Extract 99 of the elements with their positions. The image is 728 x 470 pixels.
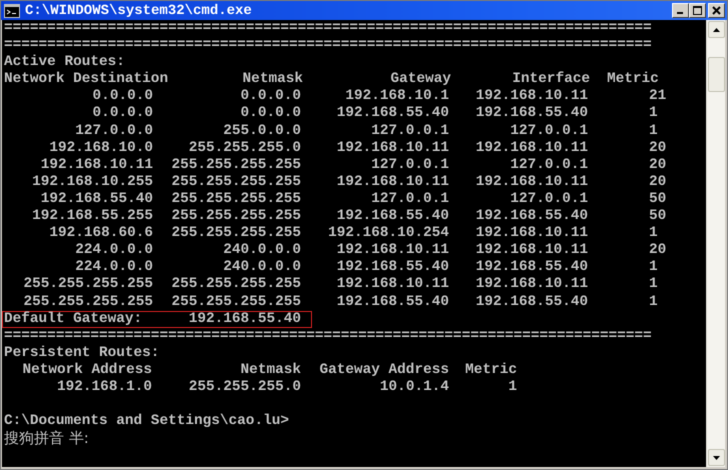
table-cell-text: 127.0.0.1 [509, 190, 588, 208]
table-cell-text: 224.0.0.0 [74, 242, 153, 260]
close-icon [712, 6, 721, 15]
table-cell-text: 192.168.55.40 [336, 208, 449, 226]
table-cell-text: 127.0.0.1 [370, 190, 449, 208]
table-cell-text: 192.168.10.11 [474, 276, 588, 294]
table-cell-text: 255.255.255.255 [22, 294, 153, 311]
gateway-value: 192.168.55.40 [188, 312, 301, 327]
table-cell-text: 192.168.10.11 [40, 156, 153, 174]
table-cell-text: 1 [648, 105, 659, 123]
table-cell-text: 192.168.10.255 [31, 174, 153, 191]
table-cell-text: 127.0.0.1 [509, 156, 588, 174]
table-cell-text: 20 [648, 140, 668, 157]
table-cell-text: 50 [648, 190, 668, 208]
column-header: Network Destination [4, 71, 170, 88]
separator-line: =========================================================================== [4, 20, 653, 38]
table-cell-text: 0.0.0.0 [92, 105, 153, 123]
table-cell-text: 0.0.0.0 [92, 88, 153, 106]
column-header: Metric [606, 71, 660, 88]
command-prompt: C:\Documents and Settings\cao.lu> [4, 413, 290, 430]
table-cell-text: 192.168.10.0 [48, 140, 153, 157]
table-cell-text: 192.168.10.11 [336, 276, 449, 294]
table-cell-text: 20 [648, 242, 668, 260]
table-cell-text: 21 [648, 88, 668, 106]
table-cell-text: 1 [648, 294, 659, 311]
down-arrow-icon [713, 456, 720, 460]
separator-line: =========================================================================== [4, 328, 653, 345]
table-cell-text: 192.168.55.40 [40, 190, 153, 208]
table-cell-text: 255.255.255.255 [170, 174, 301, 191]
separator-line: =========================================================================== [4, 37, 653, 54]
table-cell-text: 192.168.55.40 [474, 259, 588, 276]
table-cell-text: 192.168.55.40 [474, 105, 588, 123]
table-cell-text: 192.168.10.1 [344, 88, 449, 106]
table-cell-text: 192.168.55.40 [336, 105, 449, 123]
table-cell-text: 192.168.10.11 [336, 140, 449, 157]
table-cell-text: 192.168.1.0 [56, 378, 152, 396]
column-header: Metric [464, 362, 517, 379]
column-header: Netmask [240, 362, 301, 379]
table-cell-text: 192.168.10.11 [474, 88, 588, 106]
table-cell-text: 127.0.0.1 [370, 122, 449, 140]
table-cell-text: 255.255.255.255 [170, 225, 301, 242]
column-header: Netmask [242, 71, 303, 88]
minimize-button[interactable] [672, 3, 689, 18]
table-cell-text: 192.168.60.6 [48, 225, 153, 242]
table-cell-text: 192.168.10.11 [336, 174, 449, 191]
scrollbar-thumb[interactable] [708, 57, 725, 92]
column-header: Network Address [21, 362, 152, 379]
column-header: Gateway [390, 71, 451, 88]
table-cell-text: 192.168.55.40 [474, 294, 588, 311]
table-cell-text: 255.255.255.0 [188, 140, 301, 157]
table-cell-text: 192.168.10.11 [474, 140, 588, 157]
table-cell-text: 240.0.0.0 [222, 259, 301, 276]
table-cell-text: 127.0.0.1 [370, 156, 449, 174]
table-cell-text: 192.168.10.11 [474, 174, 588, 191]
table-cell-text: 1 [648, 225, 659, 242]
maximize-button[interactable] [689, 3, 706, 18]
table-cell-text: 192.168.10.11 [474, 225, 588, 242]
table-cell-text: 192.168.55.40 [336, 259, 449, 276]
window-title: C:\WINDOWS\system32\cmd.exe [25, 2, 253, 18]
table-cell-text: 10.0.1.4 [378, 378, 449, 396]
table-cell-text: 20 [648, 156, 668, 174]
table-cell-text: 192.168.55.40 [474, 208, 588, 226]
input-method-status: 搜狗拼音 半: [4, 430, 90, 448]
maximize-icon [693, 6, 702, 15]
table-cell-text: 255.0.0.0 [222, 122, 301, 140]
table-cell-text: 127.0.0.0 [74, 122, 153, 140]
table-cell-text: 255.255.255.255 [170, 190, 301, 208]
column-header: Interface [511, 71, 590, 88]
table-cell-text: 192.168.55.255 [31, 208, 153, 226]
table-cell-text: 240.0.0.0 [222, 242, 301, 260]
scroll-down-button[interactable] [708, 449, 725, 466]
table-cell-text: 192.168.10.11 [474, 242, 588, 260]
table-cell-text: 192.168.55.40 [336, 294, 449, 311]
section-title: Active Routes: [4, 54, 126, 72]
scroll-up-button[interactable] [708, 21, 725, 38]
close-button[interactable] [708, 3, 725, 18]
table-cell-text: 255.255.255.0 [188, 378, 301, 396]
table-cell-text: 255.255.255.255 [170, 208, 301, 226]
table-cell-text: 1 [648, 122, 659, 140]
up-arrow-icon [713, 28, 720, 32]
gateway-label: Default Gateway: [4, 312, 144, 327]
table-cell-text: 192.168.10.11 [336, 242, 449, 260]
table-cell-text: 255.255.255.255 [22, 276, 153, 294]
table-cell-text: 255.255.255.255 [170, 294, 301, 311]
table-cell-text: 0.0.0.0 [240, 105, 301, 123]
section-title: Persistent Routes: [4, 344, 160, 362]
console-app-icon [4, 4, 20, 18]
table-cell-text: 1 [507, 378, 517, 396]
table-cell-text: 1 [648, 276, 659, 294]
table-cell-text: 0.0.0.0 [240, 88, 301, 106]
column-header: Gateway Address [318, 362, 449, 379]
table-cell-text: 50 [648, 208, 668, 226]
table-cell-text: 20 [648, 174, 668, 191]
table-cell-text: 192.168.10.254 [327, 225, 449, 242]
table-cell-text: 1 [648, 259, 659, 276]
table-cell-text: 224.0.0.0 [74, 259, 153, 276]
table-cell-text: 127.0.0.1 [509, 122, 588, 140]
table-cell-text: 255.255.255.255 [170, 276, 301, 294]
table-cell-text: 255.255.255.255 [170, 156, 301, 174]
